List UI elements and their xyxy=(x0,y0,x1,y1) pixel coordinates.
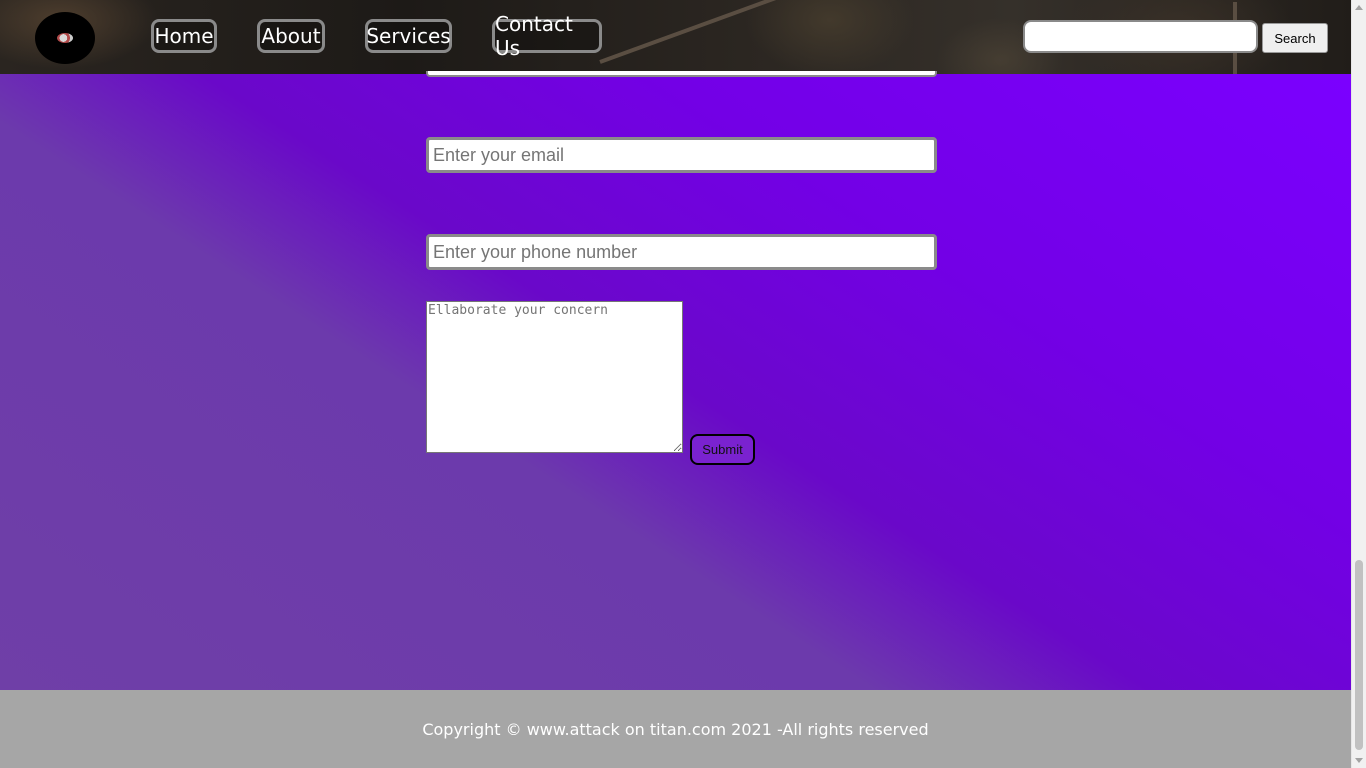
nav-home-label: Home xyxy=(154,24,214,48)
nav-about-button[interactable]: About xyxy=(257,19,325,53)
name-field-partial[interactable] xyxy=(426,71,937,77)
scroll-thumb[interactable] xyxy=(1355,560,1363,750)
footer: Copyright © www.attack on titan.com 2021… xyxy=(0,690,1351,768)
titan-emblem-icon xyxy=(57,33,73,43)
submit-button[interactable]: Submit xyxy=(690,434,755,465)
page-scrollbar[interactable] xyxy=(1351,0,1366,768)
nav-contact-us-label: Contact Us xyxy=(495,12,573,60)
contact-form-section: Submit xyxy=(0,71,1351,690)
submit-button-label: Submit xyxy=(702,442,743,457)
copyright-text: Copyright © www.attack on titan.com 2021… xyxy=(422,719,929,739)
nav-about-label: About xyxy=(261,24,321,48)
search-input[interactable] xyxy=(1023,20,1258,53)
nav-services-label: Services xyxy=(366,24,451,48)
search-button-label: Search xyxy=(1274,30,1316,46)
nav-contact-us-button[interactable]: Contact Us xyxy=(492,12,602,60)
navbar: Home About Services Contact Us Search xyxy=(0,0,1351,74)
scroll-up-arrow-icon[interactable] xyxy=(1355,5,1363,10)
logo[interactable] xyxy=(35,12,95,64)
nav-services-button[interactable]: Services xyxy=(365,19,452,53)
search-button[interactable]: Search xyxy=(1262,23,1328,53)
nav-home-button[interactable]: Home xyxy=(151,19,217,53)
email-field[interactable] xyxy=(426,137,937,173)
background-rifle xyxy=(599,0,817,64)
concern-textarea[interactable] xyxy=(426,301,683,453)
scroll-down-arrow-icon[interactable] xyxy=(1355,758,1363,763)
phone-field[interactable] xyxy=(426,234,937,270)
